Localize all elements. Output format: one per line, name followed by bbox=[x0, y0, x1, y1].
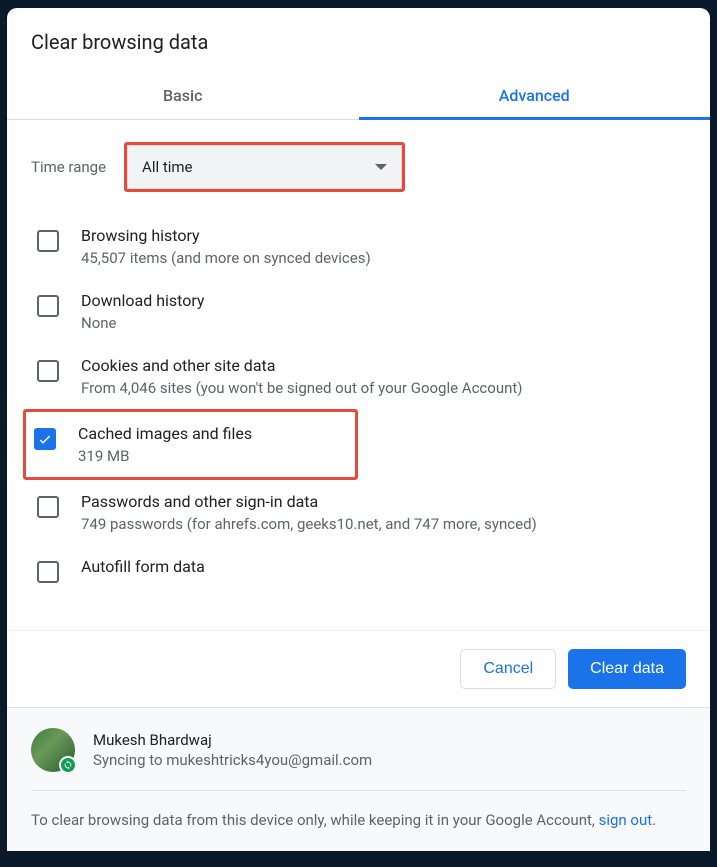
list-item: Passwords and other sign-in data 749 pass… bbox=[31, 480, 698, 545]
checkbox[interactable] bbox=[37, 230, 59, 252]
account-name: Mukesh Bhardwaj bbox=[93, 731, 372, 749]
checkbox[interactable] bbox=[34, 428, 56, 450]
time-range-dropdown[interactable]: All time bbox=[127, 145, 402, 189]
footer-note-prefix: To clear browsing data from this device … bbox=[31, 811, 599, 829]
item-title: Cookies and other site data bbox=[81, 356, 692, 375]
data-type-list: Browsing history 45,507 items (and more o… bbox=[31, 214, 698, 599]
item-text: Download history None bbox=[81, 291, 692, 332]
dialog-footer: Cancel Clear data bbox=[7, 630, 710, 707]
list-item: Cached images and files 319 MB bbox=[23, 409, 358, 480]
clear-browsing-data-dialog: Clear browsing data Basic Advanced Time … bbox=[7, 8, 710, 851]
account-row: Mukesh Bhardwaj Syncing to mukeshtricks4… bbox=[31, 728, 686, 791]
list-item: Browsing history 45,507 items (and more o… bbox=[31, 214, 698, 279]
item-title: Autofill form data bbox=[81, 557, 692, 576]
time-range-row: Time range All time bbox=[31, 120, 698, 214]
item-text: Autofill form data bbox=[81, 557, 692, 580]
item-title: Browsing history bbox=[81, 226, 692, 245]
checkbox[interactable] bbox=[37, 295, 59, 317]
item-desc: None bbox=[81, 314, 692, 332]
checkbox[interactable] bbox=[37, 496, 59, 518]
list-item: Cookies and other site data From 4,046 si… bbox=[31, 344, 698, 409]
item-title: Cached images and files bbox=[78, 424, 349, 443]
account-sync-status: Syncing to mukeshtricks4you@gmail.com bbox=[93, 751, 372, 769]
time-range-highlight: All time bbox=[124, 142, 405, 192]
dialog-content: Time range All time Browsing history 45,5… bbox=[7, 120, 710, 630]
item-text: Cached images and files 319 MB bbox=[78, 424, 349, 465]
item-title: Download history bbox=[81, 291, 692, 310]
item-title: Passwords and other sign-in data bbox=[81, 492, 692, 511]
checkbox[interactable] bbox=[37, 360, 59, 382]
sign-out-link[interactable]: sign out bbox=[599, 811, 653, 829]
cancel-button[interactable]: Cancel bbox=[460, 649, 556, 689]
tab-advanced[interactable]: Advanced bbox=[359, 72, 711, 119]
item-desc: From 4,046 sites (you won't be signed ou… bbox=[81, 379, 692, 397]
account-section: Mukesh Bhardwaj Syncing to mukeshtricks4… bbox=[7, 707, 710, 852]
dialog-title: Clear browsing data bbox=[7, 8, 710, 72]
time-range-label: Time range bbox=[31, 158, 106, 176]
item-desc: 749 passwords (for ahrefs.com, geeks10.n… bbox=[81, 515, 692, 533]
footer-note: To clear browsing data from this device … bbox=[31, 791, 686, 832]
item-text: Passwords and other sign-in data 749 pass… bbox=[81, 492, 692, 533]
clear-data-button[interactable]: Clear data bbox=[568, 649, 686, 689]
time-range-value: All time bbox=[142, 158, 192, 176]
checkbox[interactable] bbox=[37, 561, 59, 583]
list-item: Download history None bbox=[31, 279, 698, 344]
footer-note-suffix: . bbox=[652, 811, 656, 829]
item-text: Browsing history 45,507 items (and more o… bbox=[81, 226, 692, 267]
tab-bar: Basic Advanced bbox=[7, 72, 710, 120]
account-text: Mukesh Bhardwaj Syncing to mukeshtricks4… bbox=[93, 731, 372, 769]
item-text: Cookies and other site data From 4,046 si… bbox=[81, 356, 692, 397]
tab-basic[interactable]: Basic bbox=[7, 72, 359, 119]
avatar-container bbox=[31, 728, 75, 772]
list-item: Autofill form data bbox=[31, 545, 698, 595]
item-desc: 319 MB bbox=[78, 447, 349, 465]
sync-badge-icon bbox=[59, 756, 77, 774]
item-desc: 45,507 items (and more on synced devices… bbox=[81, 249, 692, 267]
chevron-down-icon bbox=[375, 164, 387, 170]
